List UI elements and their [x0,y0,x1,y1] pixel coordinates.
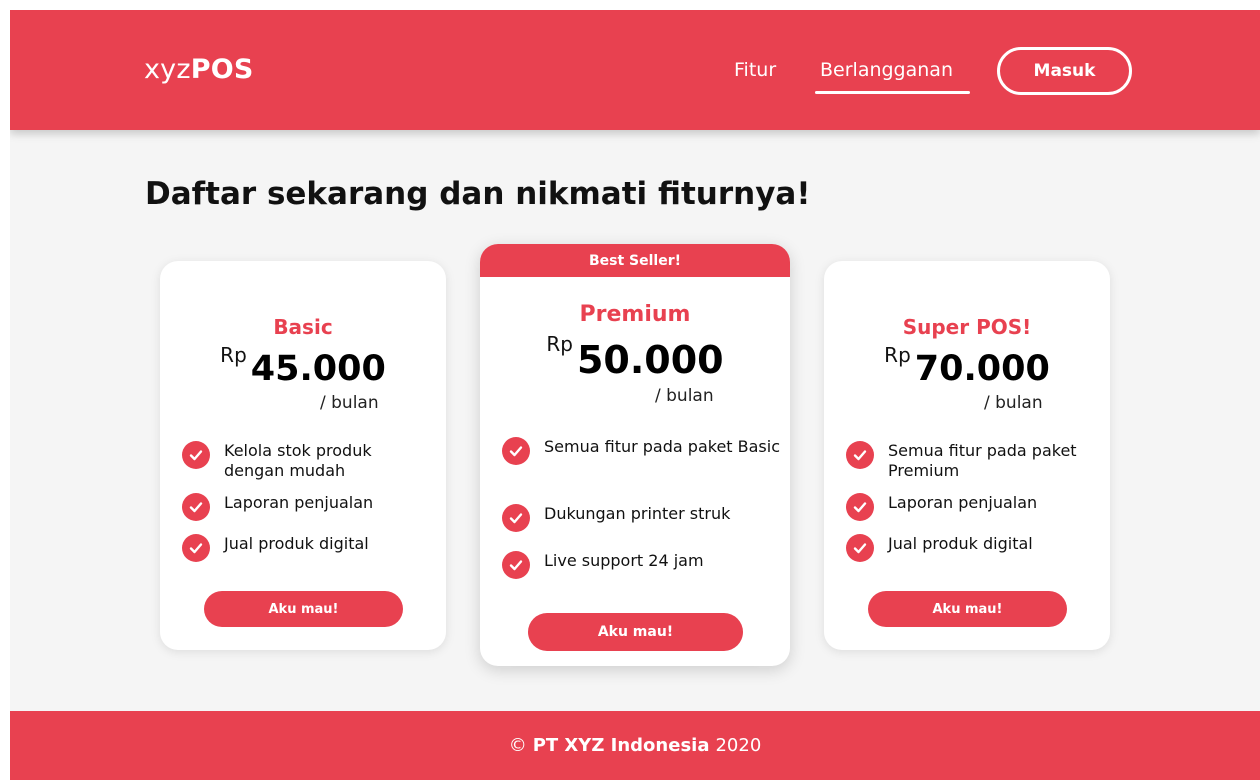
feature-item: Jual produk digital [182,534,436,562]
plan-cta-button-super-pos[interactable]: Aku mau! [868,591,1067,627]
price-amount: 50.000 [576,338,724,382]
plan-card-basic: Basic Rp 45.000 / bulan Kelola stok produ… [160,261,446,650]
feature-text: Laporan penjualan [224,493,374,512]
feature-text: Laporan penjualan [888,493,1038,512]
plan-name: Basic [273,315,333,339]
nav-link-fitur[interactable]: Fitur [734,59,776,81]
price-period: / bulan [984,393,1043,413]
nav-link-berlangganan[interactable]: Berlangganan [820,59,953,81]
feature-item: Laporan penjualan [846,493,1100,521]
price-currency: Rp [546,332,573,356]
feature-item: Dukungan printer struk [502,504,780,532]
plan-card-premium: Best Seller! Premium Rp 50.000 / bulan Se… [480,244,790,666]
price-period: / bulan [320,393,379,413]
feature-item: Kelola stok produk dengan mudah [182,441,436,481]
plan-card-super-pos: Super POS! Rp 70.000 / bulan Semua fitur … [824,261,1110,650]
plan-name: Super POS! [902,315,1032,339]
plan-name: Premium [579,302,691,327]
price-period: / bulan [655,386,714,406]
active-nav-indicator [815,91,970,94]
price-currency: Rp [884,343,911,367]
feature-text: Jual produk digital [224,534,369,553]
feature-item: Live support 24 jam [502,551,780,579]
company-name: PT XYZ Indonesia [532,735,710,756]
feature-item: Semua fitur pada paket Basic [502,437,780,465]
logo[interactable]: xyzPOS [144,54,254,85]
plan-price: Rp 45.000 [160,343,446,389]
plan-price: Rp 70.000 [824,343,1110,389]
copyright-symbol: © [508,735,527,756]
feature-text: Semua fitur pada paket Premium [888,441,1077,480]
check-circle-icon [182,441,210,469]
check-circle-icon [502,437,530,465]
price-amount: 45.000 [250,349,386,389]
feature-text: Semua fitur pada paket Basic [544,437,780,456]
feature-text: Kelola stok produk dengan mudah [224,441,372,480]
feature-text: Jual produk digital [888,534,1033,553]
feature-item: Laporan penjualan [182,493,436,521]
price-currency: Rp [220,343,247,367]
plan-cta-button-basic[interactable]: Aku mau! [204,591,403,627]
check-circle-icon [182,493,210,521]
check-circle-icon [502,551,530,579]
footer: © PT XYZ Indonesia 2020 [10,711,1260,780]
feature-item: Jual produk digital [846,534,1100,562]
plan-cta-button-premium[interactable]: Aku mau! [528,613,743,651]
feature-item: Semua fitur pada paket Premium [846,441,1100,481]
copyright-year: 2020 [715,735,762,756]
check-circle-icon [182,534,210,562]
feature-text: Live support 24 jam [544,551,704,570]
plan-price: Rp 50.000 [480,332,790,382]
check-circle-icon [846,441,874,469]
price-amount: 70.000 [914,349,1050,389]
logo-prefix: xyz [144,54,191,85]
page: xyzPOS Fitur Berlangganan Masuk Daftar s… [10,10,1260,780]
logo-suffix: POS [190,54,254,85]
check-circle-icon [502,504,530,532]
login-button[interactable]: Masuk [997,47,1132,95]
check-circle-icon [846,493,874,521]
page-title: Daftar sekarang dan nikmati fiturnya! [145,176,811,212]
header: xyzPOS Fitur Berlangganan Masuk [10,10,1260,130]
feature-text: Dukungan printer struk [544,504,731,523]
check-circle-icon [846,534,874,562]
best-seller-badge: Best Seller! [480,244,790,277]
